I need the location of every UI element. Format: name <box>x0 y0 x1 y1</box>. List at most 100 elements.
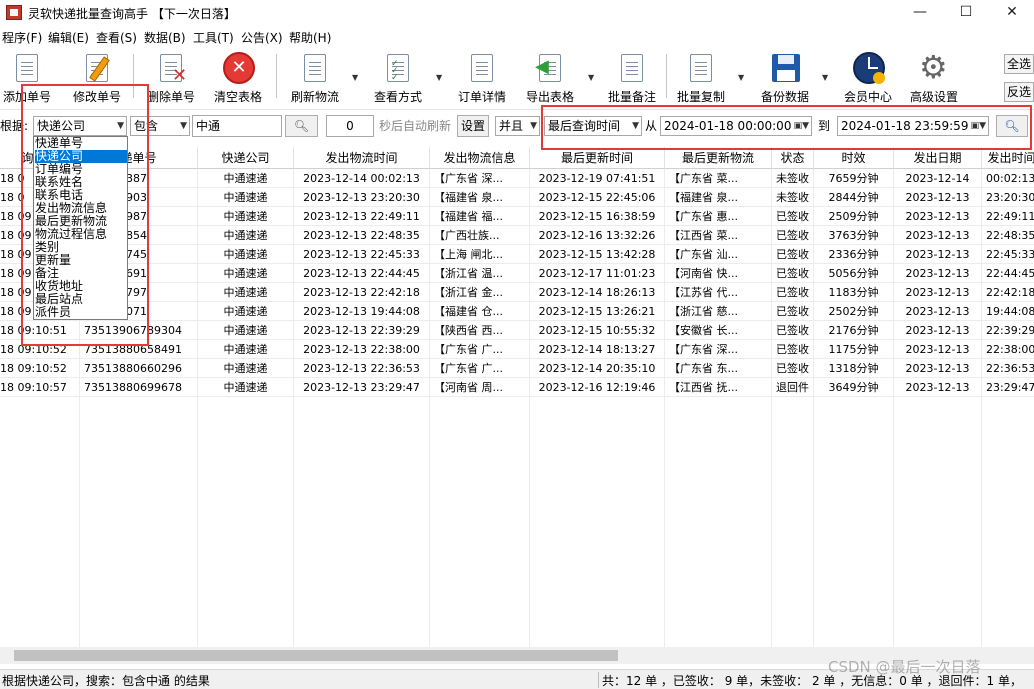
cell-sent-clock: 22:45:33 <box>982 245 1034 264</box>
table-row[interactable]: 18 09880676987中通速递2023-12-13 22:49:11【福建… <box>0 207 1034 226</box>
column-header-sent-info[interactable]: 发出物流信息 <box>430 147 530 169</box>
column-header-sent-clock[interactable]: 发出时间 <box>982 147 1034 169</box>
toolbar-separator <box>276 54 277 98</box>
cell-last-update-time: 2023-12-19 07:41:51 <box>530 169 665 188</box>
clear-table-button[interactable]: ✕ 清空表格 <box>210 50 266 106</box>
detail-list-icon <box>467 52 497 84</box>
settings-button[interactable]: 设置 <box>457 115 489 137</box>
member-center-button[interactable]: 会员中心 <box>838 50 898 106</box>
cell-status: 未签收 <box>772 188 814 207</box>
cell-courier: 中通速递 <box>198 207 294 226</box>
menu-data[interactable]: 数据(B) <box>144 29 186 46</box>
refresh-dropdown-arrow-icon[interactable]: ▼ <box>352 73 358 82</box>
cell-last-update-time: 2023-12-14 18:13:27 <box>530 340 665 359</box>
cell-sent-date: 2023-12-13 <box>894 264 982 283</box>
menu-edit[interactable]: 编辑(E) <box>48 29 89 46</box>
time-search-button[interactable]: 🔍︎ <box>996 115 1028 137</box>
to-datetime-value: 2024-01-18 23:59:59 <box>841 119 969 133</box>
note-icon <box>617 52 647 84</box>
member-center-label: 会员中心 <box>843 90 892 104</box>
cell-sent-info: 【河南省 周... <box>430 378 530 397</box>
table-row[interactable]: 18 09:10:51 73513906789304 中通速递 2023-12-13 … <box>0 321 1034 340</box>
table-row[interactable]: 18 09906024854中通速递2023-12-13 22:48:35【广西… <box>0 226 1034 245</box>
column-header-sent-date[interactable]: 发出日期 <box>894 147 982 169</box>
cell-sent-time: 2023-12-13 22:36:53 <box>294 359 430 378</box>
menu-help[interactable]: 帮助(H) <box>289 29 331 46</box>
view-mode-button[interactable]: ✓ ✓ ✓ 查看方式 <box>368 50 428 106</box>
advanced-settings-button[interactable]: ⚙ 高级设置 <box>904 50 964 106</box>
backup-dropdown-arrow-icon[interactable]: ▼ <box>822 73 828 82</box>
table-row[interactable]: 18 09:10:52 73513880658491 中通速递 2023-12-13 … <box>0 340 1034 359</box>
logic-operator-select[interactable]: 并且 ▼ <box>495 116 540 136</box>
edit-order-button[interactable]: 修改单号 <box>68 50 126 106</box>
backup-data-button[interactable]: 备份数据 <box>755 50 815 106</box>
toolbar-separator <box>133 54 134 98</box>
cell-courier: 中通速递 <box>198 188 294 207</box>
add-order-button[interactable]: 添加单号 <box>0 50 54 106</box>
search-field-select[interactable]: 快递公司 ▼ <box>33 116 127 136</box>
select-all-button[interactable]: 全选 <box>1004 54 1034 74</box>
cell-sent-info: 【浙江省 金... <box>430 283 530 302</box>
table-row[interactable]: 18 09:10:57 73513880699678 中通速递 2023-12-13 … <box>0 378 1034 397</box>
cell-sent-date: 2023-12-13 <box>894 378 982 397</box>
menu-program[interactable]: 程序(F) <box>2 29 42 46</box>
cell-sent-info: 【福建省 仓... <box>430 302 530 321</box>
grid-line <box>293 169 294 647</box>
from-datetime-picker[interactable]: 2024-01-18 00:00:00 ▣▼ <box>660 116 812 136</box>
table-row[interactable]: 18 09906764797中通速递2023-12-13 22:42:18【浙江… <box>0 283 1034 302</box>
cell-sent-info: 【广东省 广... <box>430 340 530 359</box>
close-button[interactable]: ✕ <box>989 0 1034 26</box>
table-row[interactable]: 18 0880671903中通速递2023-12-13 23:20:30【福建省… <box>0 188 1034 207</box>
column-header-last-update-info[interactable]: 最后更新物流 <box>665 147 772 169</box>
order-detail-button[interactable]: 订单详情 <box>452 50 512 106</box>
export-dropdown-arrow-icon[interactable]: ▼ <box>588 73 594 82</box>
table-row[interactable]: 18 09:10:52 73513880660296 中通速递 2023-12-13 … <box>0 359 1034 378</box>
from-label: 从 <box>645 119 658 133</box>
delete-order-button[interactable]: ✕ 删除单号 <box>143 50 199 106</box>
table-row[interactable]: 18 09880689745中通速递2023-12-13 22:45:33【上海… <box>0 245 1034 264</box>
cell-tracking-number: 73513880660296 <box>80 359 198 378</box>
batch-copy-button[interactable]: 批量复制 <box>671 50 731 106</box>
time-field-select[interactable]: 最后查询时间 ▼ <box>544 116 642 136</box>
chevron-down-icon: ▼ <box>632 121 639 131</box>
batch-note-button[interactable]: 批量备注 <box>603 50 661 106</box>
cell-courier: 中通速递 <box>198 321 294 340</box>
column-header-sent-time[interactable]: 发出物流时间 <box>294 147 430 169</box>
export-table-button[interactable]: ◀ 导出表格 <box>520 50 580 106</box>
cell-duration: 3649分钟 <box>814 378 894 397</box>
cell-last-update-info: 【广东省 汕... <box>665 245 772 264</box>
cell-last-update-time: 2023-12-15 10:55:32 <box>530 321 665 340</box>
view-mode-dropdown-arrow-icon[interactable]: ▼ <box>436 73 442 82</box>
refresh-seconds-input[interactable]: 0 <box>326 115 374 137</box>
invert-selection-button[interactable]: 反选 <box>1004 82 1034 102</box>
search-input[interactable]: 中通 <box>192 115 282 137</box>
cell-status: 未签收 <box>772 169 814 188</box>
table-row[interactable]: 18 09880694691中通速递2023-12-13 22:44:45【浙江… <box>0 264 1034 283</box>
column-header-status[interactable]: 状态 <box>772 147 814 169</box>
menu-tools[interactable]: 工具(T) <box>193 29 234 46</box>
cell-last-update-info: 【河南省 快... <box>665 264 772 283</box>
scrollbar-thumb[interactable] <box>14 650 618 661</box>
cell-duration: 2502分钟 <box>814 302 894 321</box>
column-header-courier[interactable]: 快递公司 <box>198 147 294 169</box>
search-button[interactable]: 🔍︎ <box>285 115 318 137</box>
column-header-last-update-time[interactable]: 最后更新时间 <box>530 147 665 169</box>
table-row[interactable]: 18 0880635387中通速递2023-12-14 00:02:13【广东省… <box>0 169 1034 188</box>
menu-view[interactable]: 查看(S) <box>96 29 137 46</box>
refresh-logistics-button[interactable]: 刷新物流 <box>285 50 345 106</box>
to-datetime-picker[interactable]: 2024-01-18 23:59:59 ▣▼ <box>837 116 989 136</box>
menu-notice[interactable]: 公告(X) <box>241 29 283 46</box>
copy-dropdown-arrow-icon[interactable]: ▼ <box>738 73 744 82</box>
dropdown-option[interactable]: 派件员 <box>35 306 127 319</box>
cell-tracking-number: 73513880699678 <box>80 378 198 397</box>
cell-sent-info: 【福建省 泉... <box>430 188 530 207</box>
column-header-duration[interactable]: 时效 <box>814 147 894 169</box>
cell-sent-time: 2023-12-13 22:42:18 <box>294 283 430 302</box>
cell-sent-clock: 22:42:18 <box>982 283 1034 302</box>
maximize-button[interactable]: ☐ <box>943 0 989 26</box>
match-operator-select[interactable]: 包含 ▼ <box>130 116 190 136</box>
gear-icon: ⚙ <box>919 48 948 86</box>
copy-icon <box>686 52 716 84</box>
minimize-button[interactable]: — <box>897 0 943 26</box>
table-row[interactable]: 18 09880651071中通速递2023-12-13 19:44:08【福建… <box>0 302 1034 321</box>
